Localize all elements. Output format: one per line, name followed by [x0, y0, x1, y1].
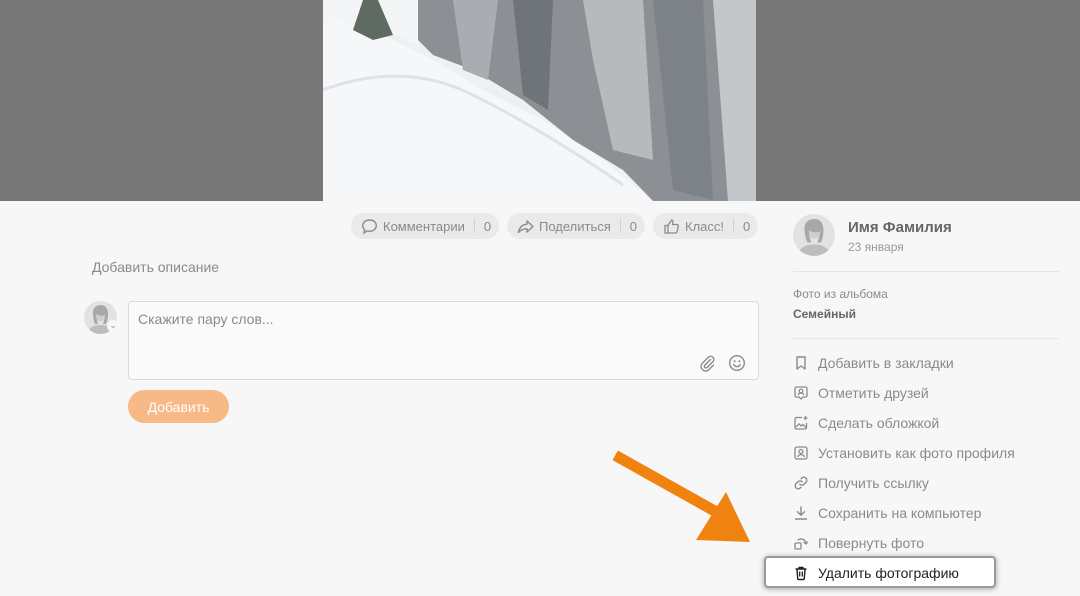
- menu-item-rotate-photo[interactable]: Повернуть фото: [793, 532, 924, 554]
- comment-box: [128, 301, 759, 380]
- divider: [793, 271, 1059, 272]
- photo-date: 23 января: [848, 240, 904, 254]
- link-icon: [793, 475, 809, 491]
- chevron-down-icon[interactable]: ⌄: [107, 320, 119, 332]
- author-avatar[interactable]: [793, 214, 835, 256]
- menu-item-make-cover[interactable]: Сделать обложкой: [793, 412, 939, 434]
- menu-item-label: Удалить фотографию: [818, 565, 959, 581]
- thumbs-up-icon: [663, 218, 680, 235]
- photo[interactable]: [323, 0, 756, 201]
- menu-item-label: Получить ссылку: [818, 475, 929, 491]
- menu-item-get-link[interactable]: Получить ссылку: [793, 472, 929, 494]
- download-icon: [793, 505, 809, 521]
- pill-separator: [733, 219, 734, 233]
- menu-item-label: Сделать обложкой: [818, 415, 940, 431]
- comments-label: Комментарии: [383, 218, 465, 234]
- menu-item-set-profile-photo[interactable]: Установить как фото профиля: [793, 442, 1015, 464]
- share-icon: [517, 218, 534, 235]
- menu-item-label: Добавить в закладки: [818, 355, 954, 371]
- rotate-icon: [793, 535, 809, 551]
- share-label: Поделиться: [539, 218, 611, 234]
- menu-item-label: Сохранить на компьютер: [818, 505, 982, 521]
- comments-count: 0: [483, 218, 492, 234]
- bookmark-icon: [793, 355, 809, 371]
- divider: [793, 338, 1059, 339]
- menu-item-label: Отметить друзей: [818, 385, 929, 401]
- share-count: 0: [629, 218, 638, 234]
- pill-separator: [619, 219, 621, 233]
- menu-item-save-to-computer[interactable]: Сохранить на компьютер: [793, 502, 981, 524]
- comment-icon: [361, 218, 378, 235]
- cover-image-icon: [793, 415, 809, 431]
- share-button[interactable]: Поделиться 0: [507, 213, 646, 239]
- album-name[interactable]: Семейный: [793, 307, 856, 321]
- album-caption: Фото из альбома: [793, 287, 888, 301]
- comments-button[interactable]: Комментарии 0: [351, 213, 500, 239]
- add-description-link[interactable]: Добавить описание: [92, 259, 219, 275]
- annotation-arrow-icon: [612, 450, 750, 542]
- menu-item-label: Установить как фото профиля: [818, 445, 1015, 461]
- like-button[interactable]: Класс! 0: [653, 213, 759, 239]
- author-name[interactable]: Имя Фамилия: [848, 219, 952, 236]
- photo-viewer: [0, 0, 1080, 201]
- comment-input[interactable]: [138, 311, 678, 327]
- pill-separator: [473, 219, 475, 233]
- tag-friends-icon: [793, 385, 809, 401]
- menu-item-tag-friends[interactable]: Отметить друзей: [793, 382, 929, 404]
- trash-icon: [793, 565, 809, 581]
- profile-photo-icon: [793, 445, 809, 461]
- emoji-icon[interactable]: [728, 354, 746, 372]
- paperclip-icon[interactable]: [698, 354, 716, 372]
- menu-item-label: Повернуть фото: [818, 535, 925, 551]
- menu-item-delete-photo[interactable]: Удалить фотографию: [793, 562, 959, 584]
- like-count: 0: [743, 218, 751, 234]
- submit-comment-button[interactable]: Добавить: [128, 390, 229, 423]
- like-label: Класс!: [685, 218, 724, 234]
- menu-item-bookmark[interactable]: Добавить в закладки: [793, 352, 954, 374]
